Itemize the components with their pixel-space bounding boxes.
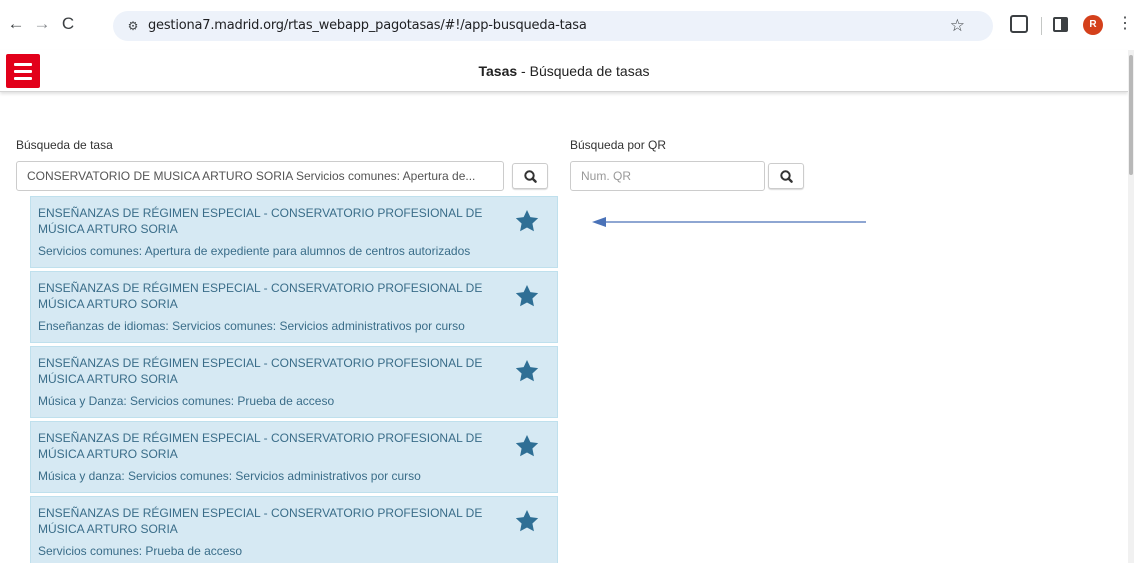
star-icon[interactable] (514, 433, 540, 459)
scrollbar-thumb[interactable] (1129, 55, 1133, 175)
page-title-bold: Tasas (478, 63, 518, 79)
results-list: ENSEÑANZAS DE RÉGIMEN ESPECIAL - CONSERV… (30, 196, 558, 563)
star-icon[interactable] (514, 283, 540, 309)
browser-toolbar: ← → C ⚙ gestiona7.madrid.org/rtas_webapp… (0, 0, 1134, 50)
forward-arrow-icon[interactable]: → (32, 14, 52, 34)
star-icon[interactable] (514, 358, 540, 384)
result-title[interactable]: ENSEÑANZAS DE RÉGIMEN ESPECIAL - CONSERV… (38, 280, 498, 312)
qr-search-button[interactable] (768, 163, 804, 189)
qr-search-label: Búsqueda por QR (570, 138, 667, 152)
result-title[interactable]: ENSEÑANZAS DE RÉGIMEN ESPECIAL - CONSERV… (38, 505, 498, 537)
result-title[interactable]: ENSEÑANZAS DE RÉGIMEN ESPECIAL - CONSERV… (38, 205, 498, 237)
url-text[interactable]: gestiona7.madrid.org/rtas_webapp_pagotas… (148, 18, 587, 33)
star-icon[interactable] (514, 208, 540, 234)
extensions-icon[interactable] (1010, 15, 1028, 33)
reload-icon[interactable]: C (58, 14, 78, 34)
side-panel-icon[interactable] (1053, 17, 1068, 32)
tasa-search-button[interactable] (512, 163, 548, 189)
star-icon[interactable] (514, 508, 540, 534)
page-scrollbar[interactable] (1128, 50, 1134, 563)
annotation-arrow-icon (592, 217, 866, 227)
tasa-search-label: Búsqueda de tasa (16, 138, 113, 152)
result-description[interactable]: Servicios comunes: Prueba de acceso (38, 544, 553, 558)
hamburger-menu-button[interactable] (6, 54, 40, 88)
search-icon (780, 170, 793, 183)
result-title[interactable]: ENSEÑANZAS DE RÉGIMEN ESPECIAL - CONSERV… (38, 355, 498, 387)
address-bar[interactable]: ⚙ gestiona7.madrid.org/rtas_webapp_pagot… (113, 11, 993, 41)
result-item[interactable]: ENSEÑANZAS DE RÉGIMEN ESPECIAL - CONSERV… (30, 196, 558, 268)
hamburger-line (14, 77, 32, 80)
search-icon (524, 170, 537, 183)
hamburger-line (14, 70, 32, 73)
result-title[interactable]: ENSEÑANZAS DE RÉGIMEN ESPECIAL - CONSERV… (38, 430, 498, 462)
toolbar-divider (1041, 17, 1042, 35)
result-description[interactable]: Música y Danza: Servicios comunes: Prueb… (38, 394, 553, 408)
result-description[interactable]: Enseñanzas de idiomas: Servicios comunes… (38, 319, 553, 333)
tasa-search-input[interactable]: CONSERVATORIO DE MUSICA ARTURO SORIA Ser… (16, 161, 504, 191)
hamburger-line (14, 63, 32, 66)
result-item[interactable]: ENSEÑANZAS DE RÉGIMEN ESPECIAL - CONSERV… (30, 271, 558, 343)
result-item[interactable]: ENSEÑANZAS DE RÉGIMEN ESPECIAL - CONSERV… (30, 421, 558, 493)
browser-menu-icon[interactable]: ⋮ (1117, 14, 1133, 34)
qr-search-input[interactable]: Num. QR (570, 161, 765, 191)
app-header: Tasas - Búsqueda de tasas (0, 50, 1128, 92)
page-title: Tasas - Búsqueda de tasas (0, 63, 1128, 79)
result-item[interactable]: ENSEÑANZAS DE RÉGIMEN ESPECIAL - CONSERV… (30, 346, 558, 418)
back-arrow-icon[interactable]: ← (6, 14, 26, 34)
profile-avatar[interactable]: R (1083, 15, 1103, 35)
result-description[interactable]: Música y danza: Servicios comunes: Servi… (38, 469, 553, 483)
page-title-rest: - Búsqueda de tasas (517, 63, 650, 79)
result-description[interactable]: Servicios comunes: Apertura de expedient… (38, 244, 553, 258)
site-info-icon[interactable]: ⚙ (125, 18, 141, 34)
bookmark-star-icon[interactable]: ☆ (950, 16, 965, 36)
result-item[interactable]: ENSEÑANZAS DE RÉGIMEN ESPECIAL - CONSERV… (30, 496, 558, 563)
